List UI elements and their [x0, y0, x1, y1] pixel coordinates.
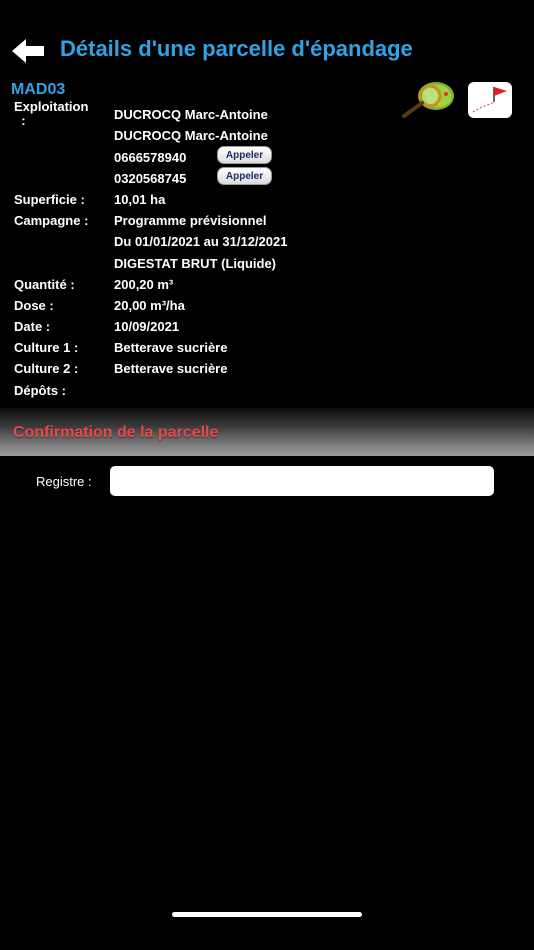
screen: Détails d'une parcelle d'épandage MAD03 …: [0, 0, 534, 950]
culture2-value: Betterave sucrière: [114, 361, 228, 376]
confirmation-section-header: Confirmation de la parcelle: [0, 408, 534, 456]
campagne-value-3: DIGESTAT BRUT (Liquide): [114, 256, 276, 271]
exploitation-label: Exploitation :: [14, 99, 89, 128]
map-magnifier-icon: [402, 82, 454, 118]
culture1-label: Culture 1 :: [14, 340, 79, 355]
header: Détails d'une parcelle d'épandage: [0, 30, 534, 72]
dose-label: Dose :: [14, 298, 54, 313]
registre-label: Registre :: [36, 474, 92, 489]
campagne-label: Campagne :: [14, 213, 89, 228]
parcel-id: MAD03: [11, 81, 66, 98]
registre-input[interactable]: [110, 466, 494, 496]
red-flag-icon: [472, 87, 507, 113]
page-title: Détails d'une parcelle d'épandage: [60, 36, 413, 61]
date-label: Date :: [14, 319, 51, 334]
depots-label: Dépôts :: [14, 383, 66, 398]
dose-value: 20,00 m³/ha: [114, 298, 185, 313]
quantite-label: Quantité :: [14, 277, 75, 292]
home-indicator[interactable]: [172, 912, 362, 917]
flag-button[interactable]: [468, 82, 512, 118]
superficie-value: 10,01 ha: [114, 192, 166, 207]
call-button-1[interactable]: Appeler: [217, 146, 272, 164]
campagne-value-1: Programme prévisionnel: [114, 213, 267, 228]
call-button-2[interactable]: Appeler: [217, 167, 272, 185]
map-button[interactable]: [400, 80, 458, 120]
phone-1: 0666578940: [114, 150, 187, 165]
campagne-value-2: Du 01/01/2021 au 31/12/2021: [114, 234, 288, 249]
culture1-value: Betterave sucrière: [114, 340, 228, 355]
culture2-label: Culture 2 :: [14, 361, 79, 376]
back-button[interactable]: [12, 38, 46, 64]
arrow-left-icon: [12, 39, 44, 63]
phone-2: 0320568745: [114, 171, 187, 186]
date-value: 10/09/2021: [114, 319, 180, 334]
quantite-value: 200,20 m³: [114, 277, 174, 292]
exploitation-name-1: DUCROCQ Marc-Antoine: [114, 107, 268, 122]
confirmation-section-title: Confirmation de la parcelle: [13, 424, 219, 441]
superficie-label: Superficie :: [14, 192, 85, 207]
exploitation-name-2: DUCROCQ Marc-Antoine: [114, 128, 268, 143]
